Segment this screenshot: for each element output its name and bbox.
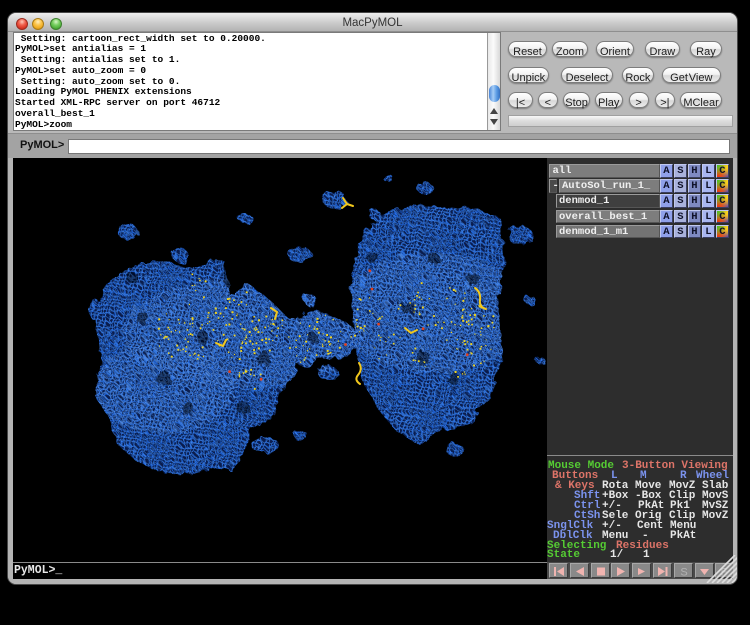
svg-text:S: S <box>680 566 687 578</box>
